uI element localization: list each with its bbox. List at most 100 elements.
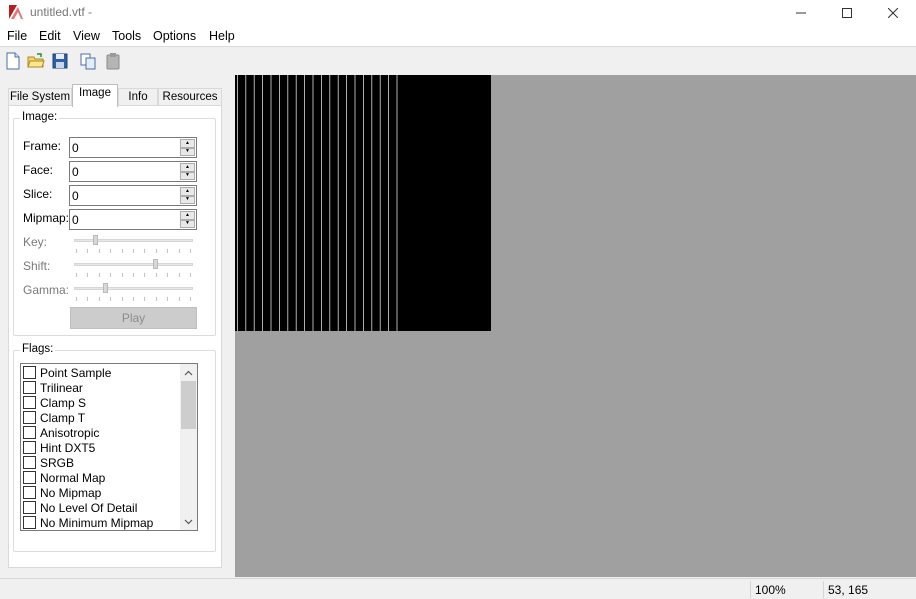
flag-label: Hint DXT5 — [40, 440, 96, 455]
mipmap-value: 0 — [72, 213, 79, 227]
shift-label: Shift: — [23, 259, 51, 273]
flag-checkbox[interactable] — [23, 366, 36, 379]
left-panel: File System Image Info Resources Image: … — [0, 74, 228, 578]
vtf-texture-preview — [235, 75, 491, 331]
flag-checkbox[interactable] — [23, 471, 36, 484]
slice-value: 0 — [72, 189, 79, 203]
flag-label: Normal Map — [40, 470, 106, 485]
flags-group-label: Flags: — [20, 343, 56, 355]
flag-label: Clamp S — [40, 395, 87, 410]
flag-item[interactable]: Trilinear — [23, 380, 83, 395]
frame-label: Frame: — [23, 139, 62, 153]
flag-label: No Level Of Detail — [40, 500, 138, 515]
frame-value: 0 — [72, 141, 79, 155]
minimize-icon — [796, 12, 806, 14]
menu-view[interactable]: View — [73, 29, 100, 43]
face-label: Face: — [23, 163, 54, 177]
shift-slider[interactable] — [74, 259, 193, 279]
flag-label: No Minimum Mipmap — [40, 515, 154, 530]
menu-file[interactable]: File — [7, 29, 27, 43]
spin-down-icon[interactable]: ▼ — [180, 171, 195, 180]
flag-checkbox[interactable] — [23, 486, 36, 499]
key-label: Key: — [23, 235, 48, 249]
shift-slider-thumb[interactable] — [153, 259, 158, 269]
slice-input[interactable]: 0 ▲ ▼ — [69, 185, 197, 206]
minimize-button[interactable] — [778, 0, 824, 26]
paste-icon[interactable] — [104, 52, 122, 70]
gamma-slider-thumb[interactable] — [103, 283, 108, 293]
flag-label: No Mipmap — [40, 485, 102, 500]
app-icon — [8, 4, 24, 20]
flag-label: Anisotropic — [40, 425, 100, 440]
spin-up-icon[interactable]: ▲ — [180, 139, 195, 148]
flag-checkbox[interactable] — [23, 396, 36, 409]
close-button[interactable] — [870, 0, 916, 26]
flag-checkbox[interactable] — [23, 411, 36, 424]
key-slider-thumb[interactable] — [93, 235, 98, 245]
mipmap-label: Mipmap: — [23, 211, 70, 225]
spin-up-icon[interactable]: ▲ — [180, 163, 195, 172]
tab-resources[interactable]: Resources — [158, 88, 222, 106]
scroll-down-icon[interactable] — [180, 513, 197, 530]
close-icon — [888, 8, 898, 18]
menu-help[interactable]: Help — [209, 29, 235, 43]
flags-scroll-thumb[interactable] — [181, 381, 196, 429]
tab-file-system[interactable]: File System — [8, 88, 72, 106]
spin-up-icon[interactable]: ▲ — [180, 211, 195, 220]
image-tab-page: Image: Frame: 0 ▲ ▼ Face: 0 ▲ ▼ Slice: 0 ▲… — [8, 105, 222, 568]
tab-strip: File System Image Info Resources — [8, 84, 222, 107]
scroll-up-icon[interactable] — [180, 364, 197, 381]
menu-bar: File Edit View Tools Options Help — [0, 26, 916, 46]
new-file-icon[interactable] — [4, 52, 22, 70]
flag-checkbox[interactable] — [23, 516, 36, 529]
frame-input[interactable]: 0 ▲ ▼ — [69, 137, 197, 158]
flag-item[interactable]: Clamp S — [23, 395, 86, 410]
texture-viewport[interactable] — [235, 75, 916, 577]
spin-down-icon[interactable]: ▼ — [180, 219, 195, 228]
face-value: 0 — [72, 165, 79, 179]
menu-edit[interactable]: Edit — [39, 29, 61, 43]
open-folder-icon[interactable] — [27, 52, 45, 70]
maximize-button[interactable] — [824, 0, 870, 26]
flag-item[interactable]: Point Sample — [23, 365, 111, 380]
menu-tools[interactable]: Tools — [112, 29, 141, 43]
mipmap-input[interactable]: 0 ▲ ▼ — [69, 209, 197, 230]
gamma-slider[interactable] — [74, 283, 193, 303]
flag-checkbox[interactable] — [23, 456, 36, 469]
menu-options[interactable]: Options — [153, 29, 196, 43]
save-disk-icon[interactable] — [51, 52, 69, 70]
flag-item[interactable]: Hint DXT5 — [23, 440, 95, 455]
play-button[interactable]: Play — [70, 307, 197, 329]
title-bar: untitled.vtf - — [0, 0, 916, 26]
flags-groupbox: Flags: Point Sample Trilinear Clamp S Clamp… — [13, 343, 216, 552]
flag-checkbox[interactable] — [23, 426, 36, 439]
flag-checkbox[interactable] — [23, 501, 36, 514]
spin-down-icon[interactable]: ▼ — [180, 147, 195, 156]
flag-item[interactable]: Normal Map — [23, 470, 105, 485]
flag-label: Point Sample — [40, 365, 112, 380]
tab-image[interactable]: Image — [72, 84, 118, 107]
maximize-icon — [842, 8, 852, 18]
flag-item[interactable]: SRGB — [23, 455, 74, 470]
flag-label: Trilinear — [40, 380, 83, 395]
flag-item[interactable]: No Minimum Mipmap — [23, 515, 153, 530]
spin-up-icon[interactable]: ▲ — [180, 187, 195, 196]
copy-icon[interactable] — [79, 52, 97, 70]
flag-item[interactable]: Anisotropic — [23, 425, 99, 440]
image-groupbox: Image: Frame: 0 ▲ ▼ Face: 0 ▲ ▼ Slice: 0 ▲… — [13, 111, 216, 336]
zoom-status: 100% — [755, 583, 786, 597]
flag-checkbox[interactable] — [23, 441, 36, 454]
flag-item[interactable]: No Mipmap — [23, 485, 101, 500]
image-group-label: Image: — [20, 111, 60, 123]
flag-checkbox[interactable] — [23, 381, 36, 394]
flags-list[interactable]: Point Sample Trilinear Clamp S Clamp T Aniso… — [20, 363, 198, 531]
flag-item[interactable]: No Level Of Detail — [23, 500, 137, 515]
flags-scrollbar[interactable] — [180, 364, 197, 530]
slice-label: Slice: — [23, 187, 53, 201]
tab-info[interactable]: Info — [118, 88, 158, 106]
key-slider[interactable] — [74, 235, 193, 255]
spin-down-icon[interactable]: ▼ — [180, 195, 195, 204]
face-input[interactable]: 0 ▲ ▼ — [69, 161, 197, 182]
flag-item[interactable]: Clamp T — [23, 410, 85, 425]
cursor-coords-status: 53, 165 — [828, 583, 869, 597]
